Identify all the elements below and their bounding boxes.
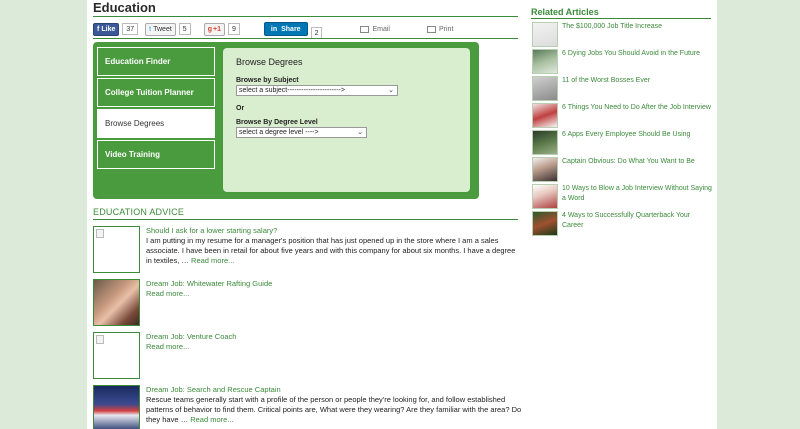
article-thumbnail[interactable] xyxy=(93,385,140,429)
education-widget: Education Finder College Tuition Planner… xyxy=(93,42,479,199)
related-link[interactable]: 6 Apps Every Employee Should Be Using xyxy=(562,130,712,140)
linkedin-icon: in xyxy=(270,25,278,33)
related-link[interactable]: 11 of the Worst Bosses Ever xyxy=(562,76,712,86)
twitter-icon: t xyxy=(149,25,152,33)
google-plus-count: 9 xyxy=(227,23,240,35)
list-item-body: Dream Job: Whitewater Rafting Guide Read… xyxy=(146,279,523,299)
article-link[interactable]: Dream Job: Venture Coach xyxy=(146,332,523,341)
education-tabs: Education Finder College Tuition Planner… xyxy=(97,47,215,171)
share-divider xyxy=(93,38,518,39)
related-item: Captain Obvious: Do What You Want to Be xyxy=(532,157,712,183)
related-link[interactable]: 4 Ways to Successfully Quarterback Your … xyxy=(562,211,712,231)
related-thumbnail[interactable] xyxy=(532,22,558,47)
read-more-link[interactable]: Read more... xyxy=(146,342,189,351)
article-thumbnail[interactable] xyxy=(93,279,140,326)
email-icon xyxy=(360,25,370,33)
subject-select[interactable]: select a subject----------------------->… xyxy=(236,85,398,96)
related-item: 11 of the Worst Bosses Ever xyxy=(532,76,712,102)
education-advice-heading: EDUCATION ADVICE xyxy=(93,207,185,217)
tab-education-finder[interactable]: Education Finder xyxy=(97,47,215,76)
related-item: 6 Dying Jobs You Should Avoid in the Fut… xyxy=(532,49,712,75)
chevron-down-icon: ⌄ xyxy=(388,87,394,94)
print-link[interactable]: Print xyxy=(427,25,454,33)
article-excerpt: Rescue teams generally start with a prof… xyxy=(146,395,523,425)
tab-college-tuition-planner[interactable]: College Tuition Planner xyxy=(97,78,215,107)
google-plus-icon: g xyxy=(207,25,212,33)
broken-image-icon xyxy=(96,229,104,238)
article-link[interactable]: Dream Job: Search and Rescue Captain xyxy=(146,385,523,394)
read-more-link[interactable]: Read more... xyxy=(191,256,234,265)
related-thumbnail[interactable] xyxy=(532,76,558,101)
facebook-like-count: 37 xyxy=(122,23,139,35)
degree-level-label: Browse By Degree Level xyxy=(236,119,318,126)
degree-level-select-value: select a degree level ----> xyxy=(239,129,319,136)
article-excerpt: I am putting in my resume for a manager'… xyxy=(146,236,523,266)
tweet-count: 5 xyxy=(178,23,191,35)
article-link[interactable]: Should I ask for a lower starting salary… xyxy=(146,226,523,235)
subject-select-value: select a subject-----------------------> xyxy=(239,87,345,94)
related-item: The $100,000 Job Title Increase xyxy=(532,22,712,48)
email-link[interactable]: Email xyxy=(360,25,390,33)
facebook-like-label: Like xyxy=(101,25,116,33)
list-item-body: Dream Job: Venture Coach Read more... xyxy=(146,332,523,352)
article-thumbnail[interactable] xyxy=(93,226,140,273)
share-bar: f Like 37 t Tweet 5 g +1 9 in Share 2 Email … xyxy=(93,21,454,39)
read-more-link[interactable]: Read more... xyxy=(146,289,189,298)
tab-browse-degrees[interactable]: Browse Degrees xyxy=(97,109,215,138)
tweet-button[interactable]: t Tweet xyxy=(145,22,176,36)
related-link[interactable]: 10 Ways to Blow a Job Interview Without … xyxy=(562,184,712,204)
article-link[interactable]: Dream Job: Whitewater Rafting Guide xyxy=(146,279,523,288)
related-link[interactable]: 6 Dying Jobs You Should Avoid in the Fut… xyxy=(562,49,712,59)
degree-level-select[interactable]: select a degree level ----> ⌄ xyxy=(236,127,367,138)
related-thumbnail[interactable] xyxy=(532,157,558,182)
related-divider xyxy=(531,18,711,19)
tab-video-training[interactable]: Video Training xyxy=(97,140,215,169)
browse-degrees-panel: Browse Degrees Browse by Subject select … xyxy=(223,48,470,192)
google-plus-label: +1 xyxy=(212,25,221,33)
title-divider xyxy=(93,16,518,17)
related-articles-heading: Related Articles xyxy=(531,7,599,17)
page-title: Education xyxy=(93,0,156,15)
related-link[interactable]: The $100,000 Job Title Increase xyxy=(562,22,712,32)
linkedin-share-button[interactable]: in Share xyxy=(263,22,308,36)
facebook-icon: f xyxy=(97,25,100,33)
facebook-like-button[interactable]: f Like xyxy=(93,22,120,36)
related-thumbnail[interactable] xyxy=(532,103,558,128)
subject-label: Browse by Subject xyxy=(236,77,299,84)
article-excerpt: Read more... xyxy=(146,289,523,299)
related-thumbnail[interactable] xyxy=(532,130,558,155)
tweet-label: Tweet xyxy=(153,25,172,33)
advice-divider xyxy=(93,219,518,220)
list-item-body: Should I ask for a lower starting salary… xyxy=(146,226,523,266)
google-plus-button[interactable]: g +1 xyxy=(203,22,225,36)
related-item: 10 Ways to Blow a Job Interview Without … xyxy=(532,184,712,210)
related-thumbnail[interactable] xyxy=(532,49,558,74)
related-item: 6 Things You Need to Do After the Job In… xyxy=(532,103,712,129)
related-thumbnail[interactable] xyxy=(532,211,558,236)
related-link[interactable]: Captain Obvious: Do What You Want to Be xyxy=(562,157,712,167)
print-icon xyxy=(427,25,436,33)
email-label: Email xyxy=(372,25,390,33)
related-thumbnail[interactable] xyxy=(532,184,558,209)
chevron-down-icon: ⌄ xyxy=(357,129,363,136)
linkedin-share-label: Share xyxy=(281,25,301,33)
list-item-body: Dream Job: Search and Rescue Captain Res… xyxy=(146,385,523,425)
print-label: Print xyxy=(439,25,454,33)
read-more-link[interactable]: Read more... xyxy=(190,415,233,424)
article-excerpt: Read more... xyxy=(146,342,523,352)
broken-image-icon xyxy=(96,335,104,344)
article-thumbnail[interactable] xyxy=(93,332,140,379)
related-link[interactable]: 6 Things You Need to Do After the Job In… xyxy=(562,103,712,113)
related-item: 4 Ways to Successfully Quarterback Your … xyxy=(532,211,712,237)
panel-title: Browse Degrees xyxy=(236,57,303,67)
or-label: Or xyxy=(236,105,245,112)
related-item: 6 Apps Every Employee Should Be Using xyxy=(532,130,712,156)
